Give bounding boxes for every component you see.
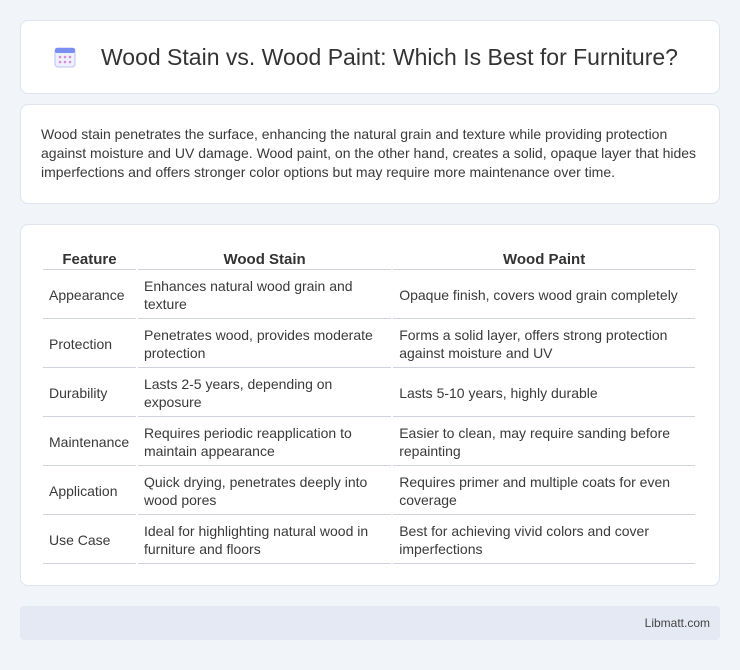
feature-cell: Protection — [43, 321, 136, 368]
comparison-table: Feature Wood Stain Wood Paint Appearance… — [41, 245, 697, 566]
title-card: Wood Stain vs. Wood Paint: Which Is Best… — [20, 20, 720, 94]
table-header-row: Feature Wood Stain Wood Paint — [43, 247, 695, 270]
wood-paint-cell: Best for achieving vivid colors and cove… — [393, 517, 695, 564]
table-row: Protection Penetrates wood, provides mod… — [43, 321, 695, 368]
wood-stain-cell: Penetrates wood, provides moderate prote… — [137, 321, 392, 368]
wood-paint-cell: Opaque finish, covers wood grain complet… — [393, 272, 695, 319]
table-row: Application Quick drying, penetrates dee… — [43, 468, 695, 515]
column-header-feature: Feature — [43, 247, 136, 270]
feature-cell: Maintenance — [43, 419, 136, 466]
calendar-icon — [53, 45, 77, 69]
wood-stain-cell: Requires periodic reapplication to maint… — [137, 419, 392, 466]
footer-site-link[interactable]: Libmatt.com — [645, 616, 710, 630]
comparison-card: Feature Wood Stain Wood Paint Appearance… — [20, 224, 720, 586]
page-title: Wood Stain vs. Wood Paint: Which Is Best… — [101, 43, 678, 70]
wood-stain-cell: Lasts 2-5 years, depending on exposure — [137, 370, 392, 417]
footer: Libmatt.com — [20, 606, 720, 640]
table-row: Appearance Enhances natural wood grain a… — [43, 272, 695, 319]
table-row: Use Case Ideal for highlighting natural … — [43, 517, 695, 564]
table-row: Maintenance Requires periodic reapplicat… — [43, 419, 695, 466]
table-row: Durability Lasts 2-5 years, depending on… — [43, 370, 695, 417]
wood-paint-cell: Easier to clean, may require sanding bef… — [393, 419, 695, 466]
feature-cell: Use Case — [43, 517, 136, 564]
wood-paint-cell: Forms a solid layer, offers strong prote… — [393, 321, 695, 368]
wood-paint-cell: Requires primer and multiple coats for e… — [393, 468, 695, 515]
wood-stain-cell: Quick drying, penetrates deeply into woo… — [137, 468, 392, 515]
column-header-wood-stain: Wood Stain — [137, 247, 392, 270]
feature-cell: Application — [43, 468, 136, 515]
feature-cell: Appearance — [43, 272, 136, 319]
wood-stain-cell: Ideal for highlighting natural wood in f… — [137, 517, 392, 564]
wood-paint-cell: Lasts 5-10 years, highly durable — [393, 370, 695, 417]
feature-cell: Durability — [43, 370, 136, 417]
wood-stain-cell: Enhances natural wood grain and texture — [137, 272, 392, 319]
intro-paragraph: Wood stain penetrates the surface, enhan… — [41, 126, 697, 180]
intro-card: Wood stain penetrates the surface, enhan… — [20, 104, 720, 204]
column-header-wood-paint: Wood Paint — [393, 247, 695, 270]
